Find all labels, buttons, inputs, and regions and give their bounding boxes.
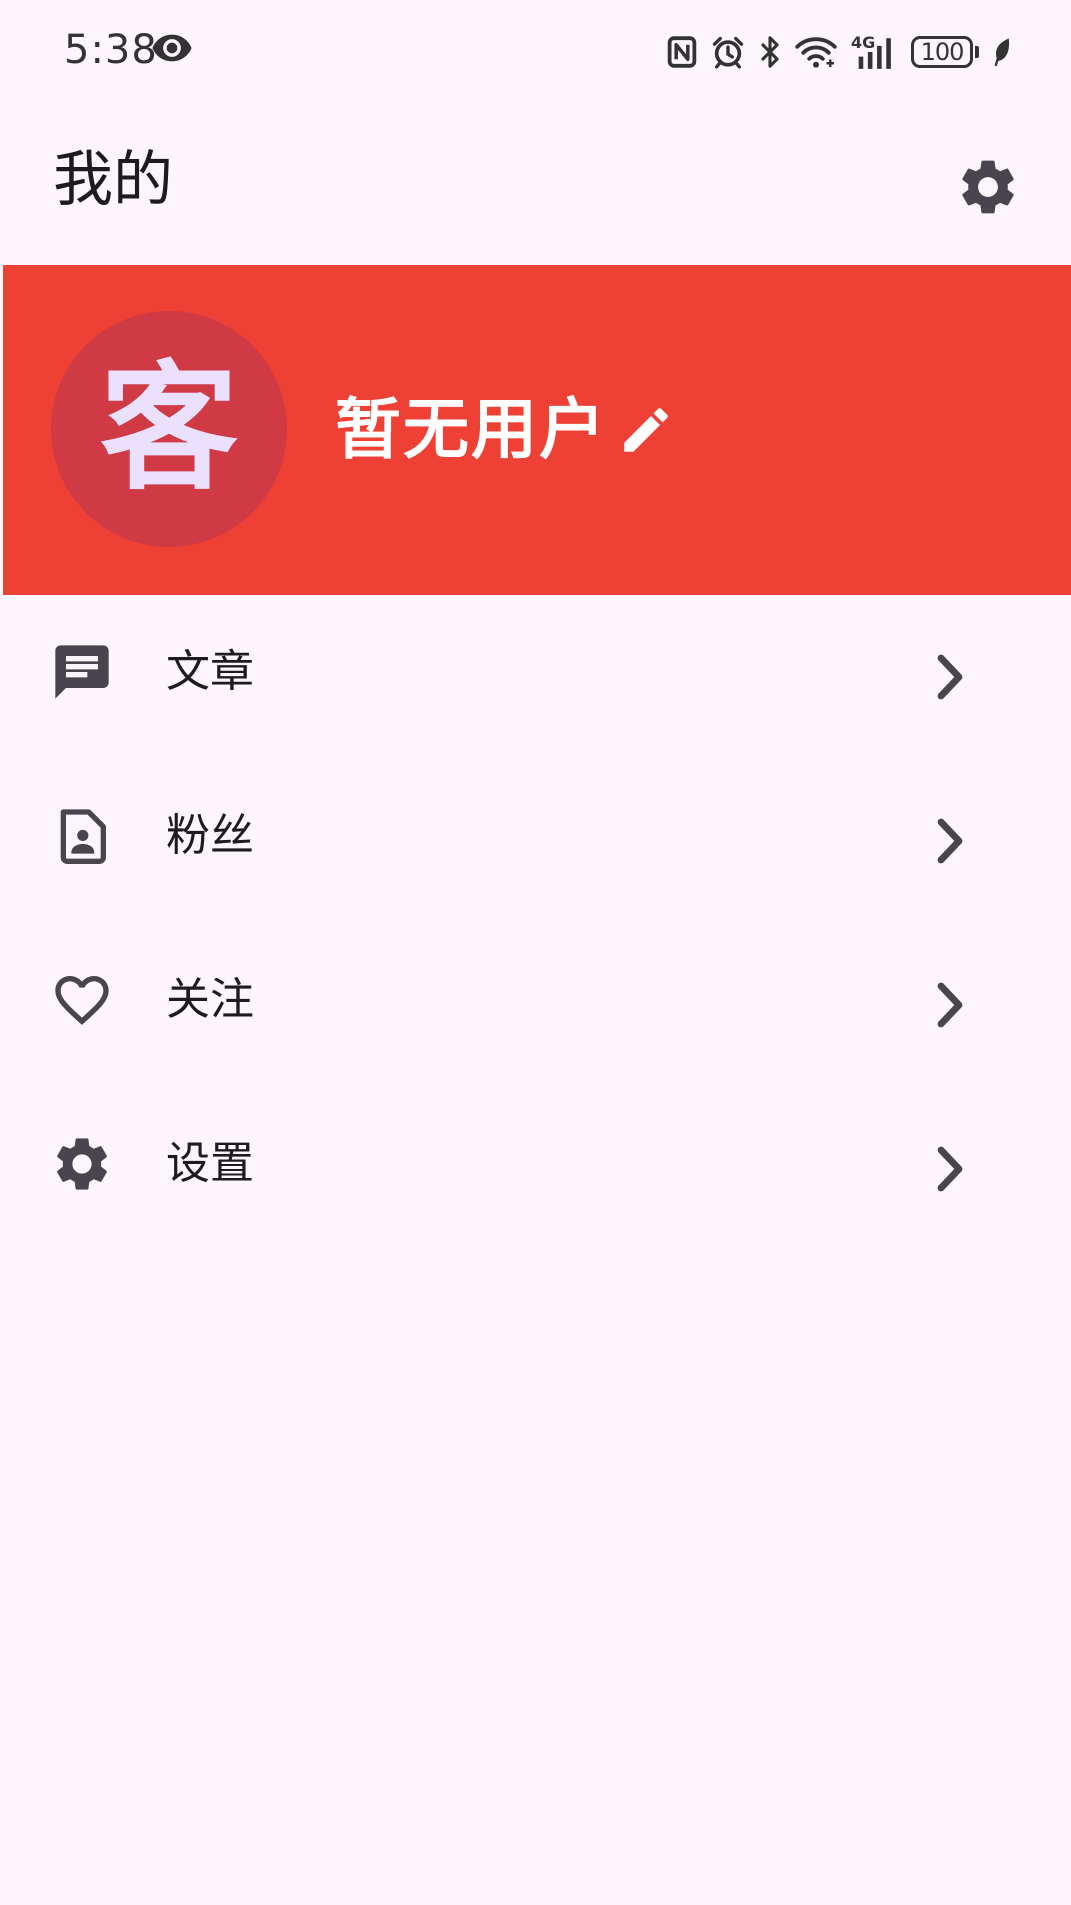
menu-item-label: 文章 [166,646,254,697]
top-app-bar: 我的 [0,100,1071,265]
gear-icon [50,1132,114,1196]
status-bar: 5:38 4G 100 [0,0,1071,100]
bluetooth-icon [759,35,781,69]
cellular-signal-icon: 4G [851,35,897,69]
menu-item-label: 粉丝 [166,810,254,861]
menu-item-fans[interactable]: 粉丝 [0,764,1071,928]
heart-outline-icon [50,968,114,1032]
menu-list: 文章 粉丝 关注 设置 [0,600,1071,1256]
status-time: 5:38 [64,27,158,73]
menu-item-label: 设置 [166,1138,254,1189]
contact-page-icon [50,804,114,868]
profile-name-row[interactable]: 暂无用户 [335,390,675,470]
battery-icon: 100 [911,36,979,68]
menu-item-following[interactable]: 关注 [0,928,1071,1092]
avatar-text: 客 [99,348,238,509]
menu-item-settings[interactable]: 设置 [0,1092,1071,1256]
alarm-icon [711,35,745,69]
profile-name: 暂无用户 [335,391,607,468]
nfc-icon [667,36,697,68]
settings-button[interactable] [955,154,1021,220]
chevron-right-icon [937,818,963,864]
menu-item-label: 关注 [166,974,254,1025]
eye-icon [150,32,194,68]
battery-level: 100 [911,36,973,68]
wifi-icon [795,35,837,69]
chevron-right-icon [937,982,963,1028]
avatar[interactable]: 客 [51,311,287,547]
status-icons: 4G 100 [667,30,1011,74]
edit-pencil-icon[interactable] [617,401,675,459]
article-icon [50,640,114,704]
profile-banner[interactable]: 客 暂无用户 [3,265,1071,595]
leaf-icon [993,37,1011,67]
page-title: 我的 [53,145,173,215]
menu-item-articles[interactable]: 文章 [0,600,1071,764]
chevron-right-icon [937,1146,963,1192]
screen: 5:38 4G 100 我的 客 暂无用户 文章 粉丝 关注 设置 [0,0,1071,1905]
chevron-right-icon [937,654,963,700]
gear-icon [962,160,1014,214]
